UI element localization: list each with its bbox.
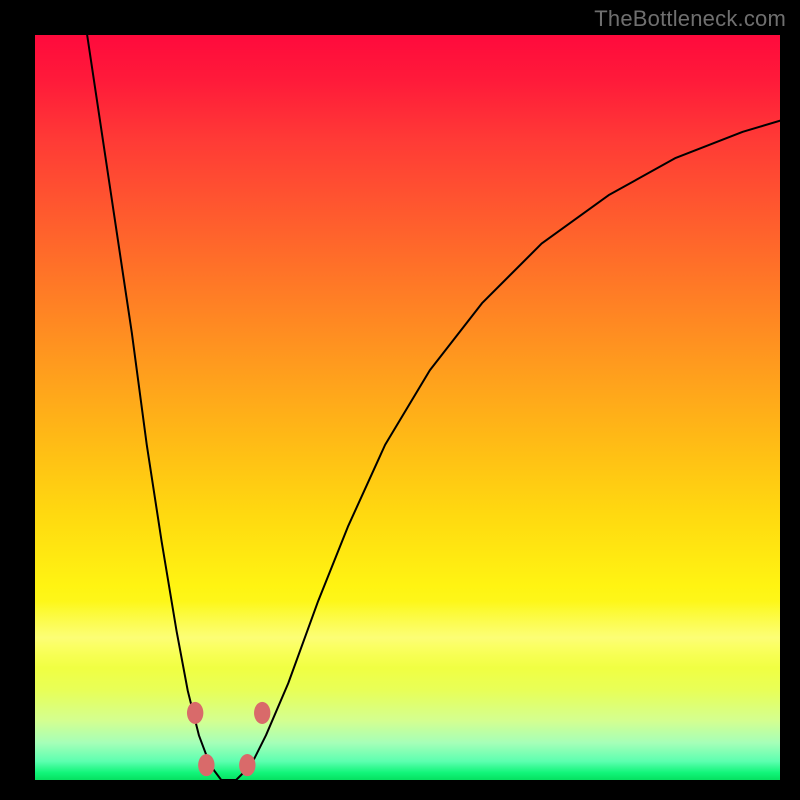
marker-right-shoulder-lower bbox=[239, 754, 255, 776]
marker-right-shoulder-upper bbox=[254, 702, 270, 724]
curve-layer bbox=[35, 35, 780, 780]
bottleneck-curve bbox=[87, 35, 780, 780]
chart-frame: TheBottleneck.com bbox=[0, 0, 800, 800]
marker-left-shoulder-upper bbox=[187, 702, 203, 724]
watermark-text: TheBottleneck.com bbox=[594, 6, 786, 32]
marker-left-shoulder-lower bbox=[198, 754, 214, 776]
plot-area bbox=[35, 35, 780, 780]
